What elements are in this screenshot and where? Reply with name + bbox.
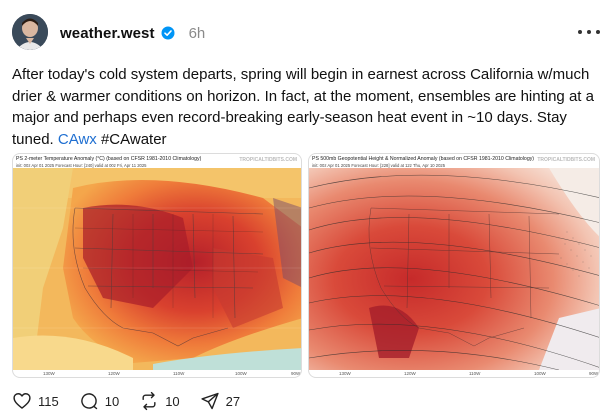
- heart-icon: [13, 393, 31, 409]
- comment-count: 10: [104, 393, 120, 409]
- username-link[interactable]: weather.west: [60, 25, 155, 42]
- repost-button[interactable]: 10: [139, 391, 180, 411]
- axis-tick: 100W: [235, 371, 247, 376]
- verified-badge-icon: [161, 26, 175, 40]
- post-header: weather.west 6h: [60, 22, 205, 44]
- comment-icon: [81, 393, 97, 410]
- repost-icon: [142, 391, 156, 411]
- axis-tick: 130W: [339, 371, 351, 376]
- more-options-icon[interactable]: [578, 26, 600, 38]
- temperature-anomaly-map[interactable]: PS 2-meter Temperature Anomaly (°C) (bas…: [12, 153, 302, 378]
- avatar-image: [12, 14, 48, 50]
- axis-tick: 120W: [108, 371, 120, 376]
- axis-tick: 90W: [291, 371, 301, 376]
- map-credit: TROPICALTIDBITS.COM: [239, 157, 297, 163]
- height-map-graphic: [309, 168, 599, 370]
- repost-count: 10: [165, 393, 180, 409]
- post-actions: 115 10 10 27: [12, 391, 260, 411]
- like-count: 115: [38, 393, 59, 409]
- send-icon: [201, 392, 219, 410]
- axis-tick: 90W: [589, 371, 599, 376]
- axis-tick: 100W: [534, 371, 546, 376]
- hashtag-cawater[interactable]: #CAwater: [97, 131, 167, 148]
- map-title: PS 500mb Geopotential Height & Normalize…: [312, 156, 535, 162]
- geopotential-height-map[interactable]: PS 500mb Geopotential Height & Normalize…: [308, 153, 600, 378]
- share-count: 27: [225, 393, 241, 409]
- axis-tick: 120W: [404, 371, 416, 376]
- axis-tick: 130W: [43, 371, 55, 376]
- post-timestamp: 6h: [188, 24, 206, 42]
- axis-tick: 110W: [173, 371, 185, 376]
- hashtag-link-cawx[interactable]: CAwx: [58, 131, 97, 148]
- temperature-map-graphic: [13, 168, 301, 370]
- post-media: PS 2-meter Temperature Anomaly (°C) (bas…: [12, 153, 608, 378]
- comment-button[interactable]: 10: [79, 391, 119, 411]
- like-button[interactable]: 115: [12, 391, 59, 411]
- axis-tick: 110W: [469, 371, 481, 376]
- post-text: After today's cold system departs, sprin…: [12, 64, 604, 150]
- map-credit: TROPICALTIDBITS.COM: [537, 157, 595, 163]
- map-title: PS 2-meter Temperature Anomaly (°C) (bas…: [16, 156, 202, 162]
- avatar[interactable]: [12, 14, 48, 50]
- share-button[interactable]: 27: [200, 391, 240, 411]
